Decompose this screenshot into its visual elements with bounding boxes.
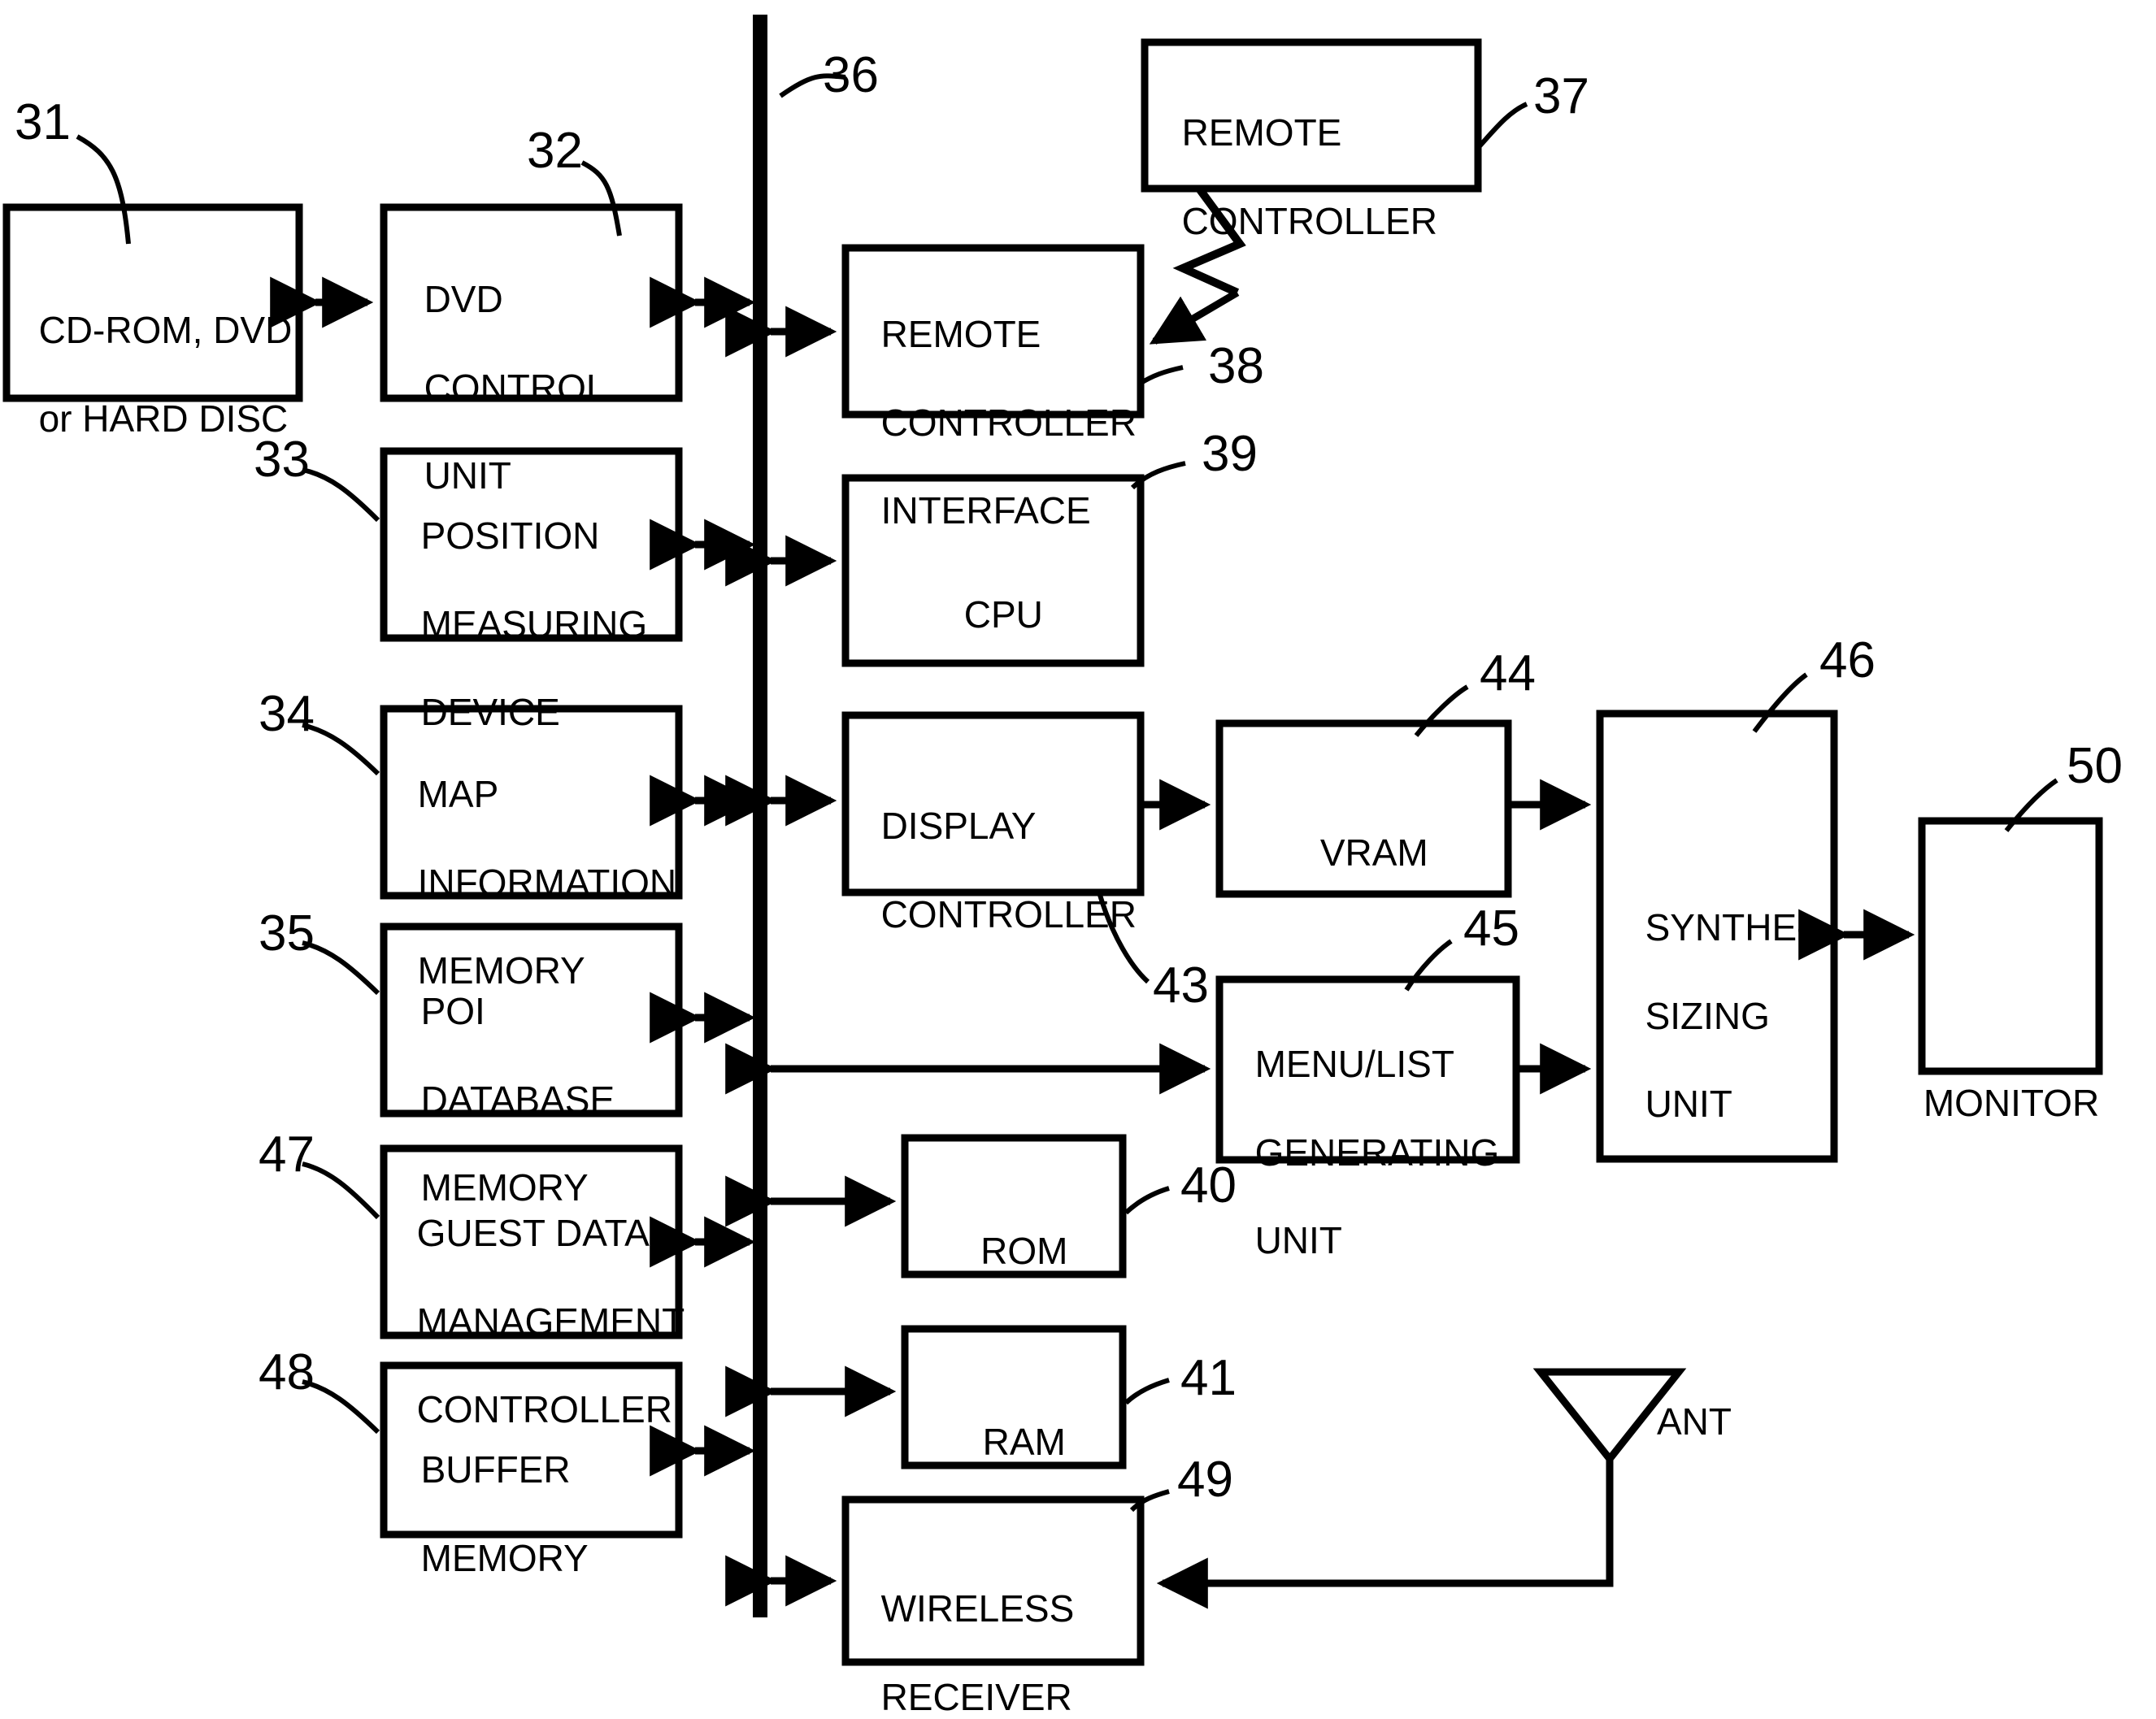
block-33-label: POSITION MEASURING DEVICE [420, 514, 648, 734]
block-45-label: MENU/LIST GENERATING UNIT [1254, 1043, 1500, 1262]
refnum-49: 49 [1177, 1452, 1233, 1508]
block-43-label: DISPLAY CONTROLLER [880, 805, 1137, 935]
block-40-label: ROM [980, 1230, 1068, 1273]
refnum-41: 41 [1180, 1350, 1237, 1406]
refnum-39: 39 [1202, 426, 1258, 482]
refnum-36: 36 [823, 47, 879, 103]
block-38-label: REMOTE CONTROLLER INTERFACE [880, 313, 1137, 532]
refnum-44: 44 [1480, 645, 1536, 701]
conn-37-38-arrow [1149, 289, 1240, 345]
block-50 [1918, 817, 2103, 1075]
antenna-caption: ANT [1657, 1400, 1732, 1443]
refnum-35: 35 [259, 905, 315, 962]
block-32-label: DVD CONTROL UNIT [424, 278, 607, 497]
refnum-37: 37 [1533, 68, 1589, 124]
refnum-50: 50 [2067, 738, 2123, 794]
lead-38 [1138, 365, 1184, 386]
monitor-caption: MONITOR [1923, 1082, 2100, 1124]
block-48-label: BUFFER MEMORY [420, 1448, 589, 1579]
lead-41 [1124, 1378, 1170, 1405]
refnum-48: 48 [259, 1344, 315, 1400]
lead-40 [1124, 1186, 1170, 1215]
block-49-label: WIRELESS RECEIVER [880, 1587, 1075, 1718]
refnum-33: 33 [254, 432, 310, 488]
refnum-38: 38 [1208, 338, 1264, 394]
block-47-label: GUEST DATA MANAGEMENT CONTROLLER [416, 1212, 685, 1431]
refnum-45: 45 [1463, 901, 1519, 957]
refnum-40: 40 [1180, 1157, 1237, 1213]
refnum-43: 43 [1153, 957, 1209, 1014]
block-37-label: REMOTE CONTROLLER [1181, 111, 1437, 242]
block-46-label: SYNTHE- SIZING UNIT [1645, 906, 1810, 1126]
refnum-31: 31 [15, 94, 71, 150]
block-31-label: CD-ROM, DVD, or HARD DISC [38, 309, 303, 440]
figure-canvas: CD-ROM, DVD, or HARD DISC DVD CONTROL UN… [0, 0, 2156, 1718]
refnum-46: 46 [1819, 632, 1876, 688]
lead-33 [302, 467, 380, 523]
block-39-label: CPU [963, 593, 1043, 636]
refnum-34: 34 [259, 686, 315, 742]
block-44-label: VRAM [1319, 831, 1428, 875]
refnum-47: 47 [259, 1126, 315, 1183]
block-41-label: RAM [982, 1421, 1066, 1464]
refnum-32: 32 [527, 123, 583, 179]
